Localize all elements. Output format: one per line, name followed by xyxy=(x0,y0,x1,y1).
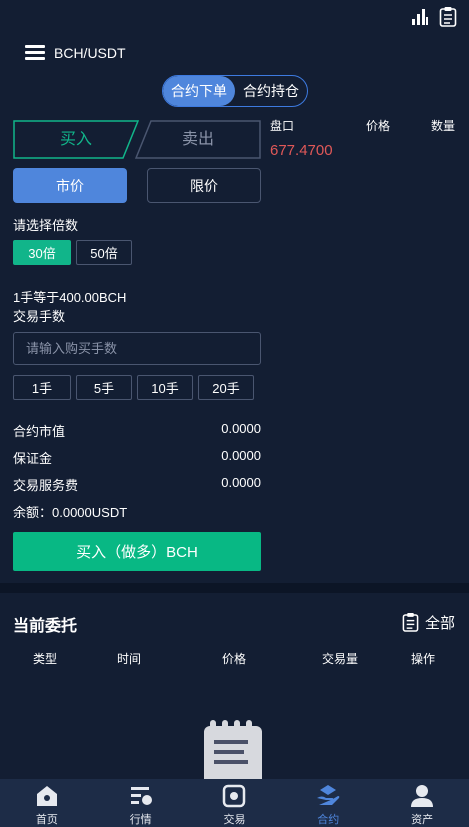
top-actions xyxy=(411,6,457,28)
col-type: 类型 xyxy=(33,652,58,666)
market-icon xyxy=(130,787,152,805)
tab-assets[interactable]: 资产 xyxy=(375,779,469,827)
tab-contract-order[interactable]: 合约下单 xyxy=(163,76,235,106)
qty-chip-20[interactable]: 20手 xyxy=(198,375,254,400)
qty-chip-5[interactable]: 5手 xyxy=(76,375,132,400)
tab-market[interactable]: 行情 xyxy=(94,779,188,827)
margin-value: 0.0000 xyxy=(221,448,261,463)
last-price: 677.4700 xyxy=(270,142,333,159)
trade-icon xyxy=(223,784,246,808)
qty-chip-1[interactable]: 1手 xyxy=(13,375,71,400)
menu-icon[interactable] xyxy=(25,45,45,61)
orderbook-price-header: 价格 xyxy=(366,119,391,133)
tab-label: 合约 xyxy=(317,814,340,826)
contract-value-label: 合约市值 xyxy=(13,424,66,439)
tab-contract-position[interactable]: 合约持仓 xyxy=(235,76,307,106)
col-volume: 交易量 xyxy=(322,652,359,666)
clipboard-icon[interactable] xyxy=(439,6,457,28)
current-orders-title: 当前委托 xyxy=(13,618,78,635)
tab-contract[interactable]: 合约 xyxy=(281,779,375,827)
leverage-title: 请选择倍数 xyxy=(13,218,79,233)
user-icon xyxy=(411,785,434,807)
col-time: 时间 xyxy=(117,652,142,666)
col-action: 操作 xyxy=(411,652,436,666)
balance-text: 余额：0.0000USDT xyxy=(13,505,128,520)
chart-bars-icon[interactable] xyxy=(411,6,429,26)
orderbook-qty-header: 数量 xyxy=(431,119,456,133)
all-orders-label: 全部 xyxy=(424,615,455,632)
tab-home[interactable]: 首页 xyxy=(0,779,94,827)
col-price: 价格 xyxy=(222,652,247,666)
lot-info: 1手等于400.00BCH xyxy=(13,290,127,305)
margin-label: 保证金 xyxy=(13,451,53,466)
fee-value: 0.0000 xyxy=(221,475,261,490)
orderbook-title: 盘口 xyxy=(270,119,295,133)
home-icon xyxy=(36,786,57,806)
tab-label: 首页 xyxy=(35,814,58,826)
sell-tab-label: 卖出 xyxy=(181,131,214,148)
tab-label: 交易 xyxy=(223,814,246,826)
qty-chip-10[interactable]: 10手 xyxy=(137,375,193,400)
contract-value: 0.0000 xyxy=(221,421,261,436)
buy-tab[interactable]: 买入 xyxy=(13,120,139,159)
pair-title[interactable]: BCH/USDT xyxy=(54,45,126,61)
sell-tab[interactable]: 卖出 xyxy=(135,120,261,159)
bottom-tab-bar: 首页 行情 交易 合约 资产 xyxy=(0,779,469,827)
qty-input[interactable] xyxy=(13,332,261,365)
limit-order-button[interactable]: 限价 xyxy=(147,168,261,203)
all-orders-link[interactable]: 全部 xyxy=(402,612,455,633)
order-mode-switch: 合约下单 合约持仓 xyxy=(162,75,308,107)
market-order-button[interactable]: 市价 xyxy=(13,168,127,203)
leverage-30-button[interactable]: 30倍 xyxy=(13,240,71,265)
tab-label: 资产 xyxy=(411,814,434,826)
clipboard-icon xyxy=(402,613,419,632)
section-divider xyxy=(0,583,469,593)
leverage-50-button[interactable]: 50倍 xyxy=(76,240,132,265)
contract-icon xyxy=(317,785,340,805)
empty-records-icon xyxy=(204,720,262,782)
tab-trade[interactable]: 交易 xyxy=(188,779,282,827)
tab-label: 行情 xyxy=(129,814,152,826)
fee-label: 交易服务费 xyxy=(13,478,79,493)
buy-long-button[interactable]: 买入（做多）BCH xyxy=(13,532,261,571)
qty-title: 交易手数 xyxy=(13,309,66,324)
buy-tab-label: 买入 xyxy=(59,131,92,148)
